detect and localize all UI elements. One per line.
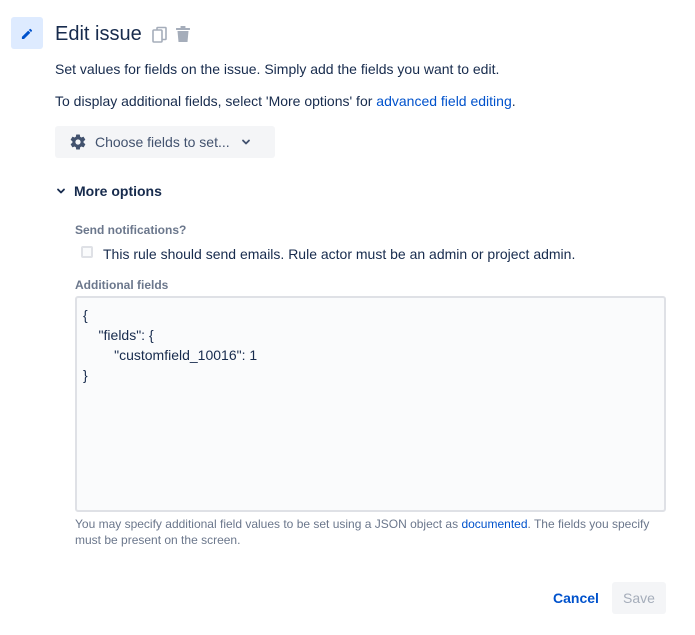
choose-fields-button[interactable]: Choose fields to set... bbox=[55, 126, 275, 158]
help-text-prefix: You may specify additional field values … bbox=[75, 517, 462, 531]
additional-fields-label: Additional fields bbox=[75, 278, 169, 292]
description-line-2: To display additional fields, select 'Mo… bbox=[55, 91, 516, 111]
description-line-2-text: To display additional fields, select 'Mo… bbox=[55, 93, 377, 109]
edit-issue-panel: Edit issue Set values for fields on the … bbox=[0, 0, 695, 635]
description-line-1: Set values for fields on the issue. Simp… bbox=[55, 61, 500, 77]
page-title: Edit issue bbox=[55, 23, 142, 45]
send-notifications-label: Send notifications? bbox=[75, 223, 187, 237]
save-button[interactable]: Save bbox=[612, 582, 666, 614]
pencil-icon bbox=[21, 28, 33, 39]
gear-icon bbox=[70, 134, 86, 150]
advanced-field-editing-link[interactable]: advanced field editing bbox=[376, 93, 511, 109]
more-options-toggle[interactable]: More options bbox=[55, 181, 162, 201]
more-options-label: More options bbox=[74, 183, 162, 199]
documented-link[interactable]: documented bbox=[461, 517, 527, 531]
send-emails-checkbox-label[interactable]: This rule should send emails. Rule actor… bbox=[103, 244, 575, 264]
chevron-down-icon bbox=[241, 139, 250, 145]
cancel-button[interactable]: Cancel bbox=[542, 582, 610, 614]
additional-fields-json-input[interactable]: { "fields": { "customfield_10016": 1 } bbox=[75, 296, 666, 512]
chevron-down-icon bbox=[57, 188, 65, 194]
description-line-2-suffix: . bbox=[511, 93, 516, 109]
additional-fields-help-text: You may specify additional field values … bbox=[75, 516, 675, 548]
edit-issue-icon-tile bbox=[11, 17, 43, 49]
choose-fields-label: Choose fields to set... bbox=[95, 134, 230, 150]
copy-icon[interactable] bbox=[152, 26, 168, 44]
send-emails-checkbox[interactable] bbox=[81, 246, 93, 258]
trash-icon[interactable] bbox=[175, 25, 191, 43]
